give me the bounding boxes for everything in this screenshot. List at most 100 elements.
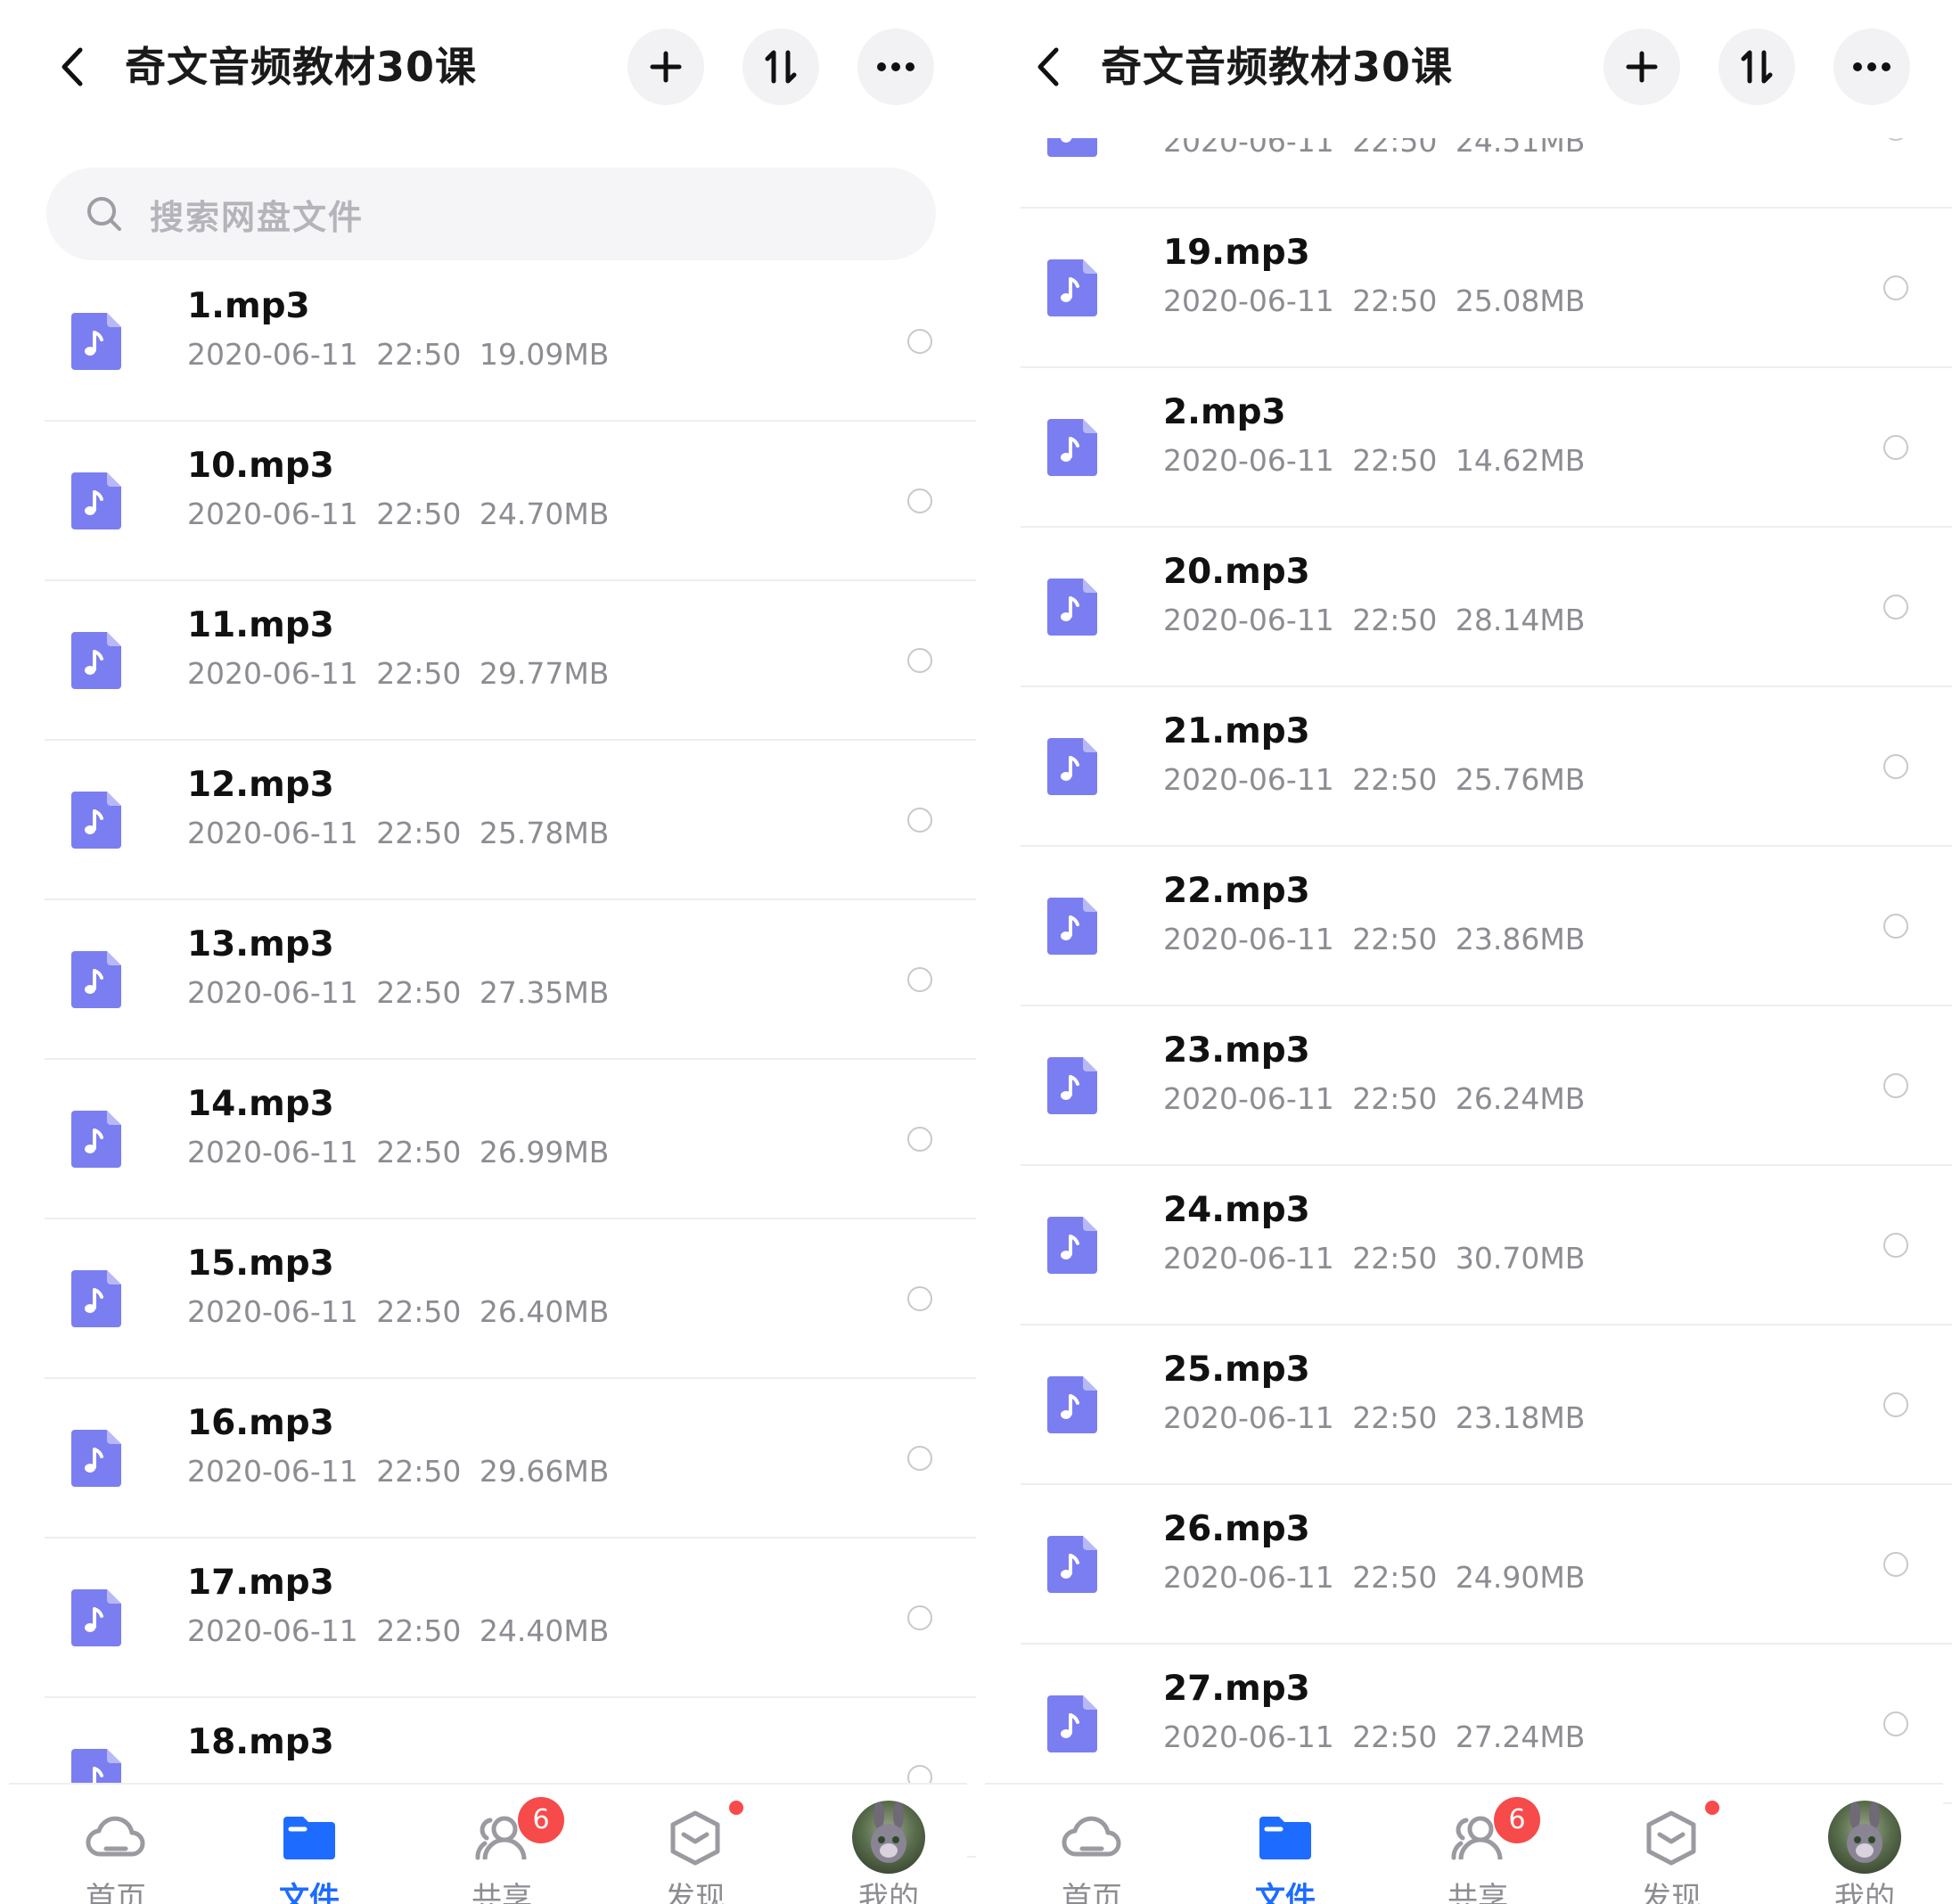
- chevron-left-icon: [62, 47, 83, 86]
- top-bar: 奇文音频教材30课: [976, 0, 1952, 138]
- file-row[interactable]: 17.mp3 2020-06-11 22:50 24.40MB: [45, 1539, 976, 1698]
- file-row[interactable]: 15.mp3 2020-06-11 22:50 26.40MB: [45, 1219, 976, 1379]
- sort-icon: [1741, 50, 1773, 84]
- file-row[interactable]: 21.mp3 2020-06-11 22:50 25.76MB: [1021, 687, 1952, 847]
- music-file-icon: [1047, 1536, 1097, 1593]
- sort-button[interactable]: [742, 29, 819, 105]
- tab-label: 发现: [665, 1881, 726, 1904]
- more-button[interactable]: [857, 29, 934, 105]
- tab-label: 我的: [1834, 1881, 1895, 1904]
- chevron-left-icon: [1038, 47, 1059, 86]
- add-button[interactable]: [1603, 29, 1680, 105]
- select-checkbox[interactable]: [1883, 914, 1908, 939]
- file-row[interactable]: 23.mp3 2020-06-11 22:50 26.24MB: [1021, 1006, 1952, 1166]
- music-file-icon: [71, 951, 121, 1008]
- more-button[interactable]: [1833, 29, 1910, 105]
- tab-3[interactable]: 发现: [1600, 1785, 1743, 1904]
- file-meta: 2020-06-11 22:50 30.70MB: [1163, 1241, 1586, 1276]
- select-checkbox[interactable]: [1883, 1392, 1908, 1417]
- music-file-icon: [1047, 898, 1097, 955]
- music-file-icon: [71, 1111, 121, 1168]
- tab-4[interactable]: 我的: [1793, 1785, 1936, 1904]
- file-name: 12.mp3: [187, 765, 334, 805]
- file-name: 11.mp3: [187, 605, 334, 645]
- file-row[interactable]: 27.mp3 2020-06-11 22:50 27.24MB: [1021, 1645, 1952, 1804]
- file-name: 18.mp3: [187, 1722, 334, 1762]
- tab-1[interactable]: 文件: [1214, 1785, 1357, 1904]
- more-icon: [877, 62, 914, 71]
- select-checkbox[interactable]: [1883, 1073, 1908, 1098]
- tab-0[interactable]: 首页: [45, 1785, 187, 1904]
- tab-label: 文件: [279, 1881, 340, 1904]
- notification-badge: 6: [518, 1797, 564, 1843]
- file-row[interactable]: 24.mp3 2020-06-11 22:50 30.70MB: [1021, 1166, 1952, 1325]
- file-row[interactable]: 19.mp3 2020-06-11 22:50 25.08MB: [1021, 209, 1952, 368]
- music-file-icon: [1047, 579, 1097, 636]
- select-checkbox[interactable]: [907, 808, 932, 833]
- file-name: 25.mp3: [1163, 1350, 1310, 1390]
- avatar: [852, 1801, 925, 1874]
- select-checkbox[interactable]: [1883, 1711, 1908, 1736]
- file-row[interactable]: 13.mp3 2020-06-11 22:50 27.35MB: [45, 900, 976, 1060]
- sort-button[interactable]: [1718, 29, 1795, 105]
- file-row[interactable]: 1.mp3 2020-06-11 22:50 19.09MB: [45, 262, 976, 422]
- select-checkbox[interactable]: [1883, 595, 1908, 620]
- file-row[interactable]: 22.mp3 2020-06-11 22:50 23.86MB: [1021, 847, 1952, 1006]
- bottom-tab-bar: 首页 文件 共享 6 发现 我的: [9, 1783, 967, 1904]
- select-checkbox[interactable]: [907, 1286, 932, 1311]
- folder-icon: [283, 1817, 335, 1859]
- file-meta: 2020-06-11 22:50 24.40MB: [187, 1613, 610, 1648]
- tab-2[interactable]: 共享 6: [1407, 1785, 1549, 1904]
- tab-3[interactable]: 发现: [624, 1785, 767, 1904]
- back-button[interactable]: [52, 45, 91, 89]
- file-meta: 2020-06-11 22:50 26.40MB: [187, 1294, 610, 1329]
- select-checkbox[interactable]: [1883, 275, 1908, 300]
- file-row[interactable]: 16.mp3 2020-06-11 22:50 29.66MB: [45, 1379, 976, 1539]
- file-row[interactable]: 10.mp3 2020-06-11 22:50 24.70MB: [45, 422, 976, 581]
- music-file-icon: [1047, 259, 1097, 316]
- tab-4[interactable]: 我的: [817, 1785, 960, 1904]
- select-checkbox[interactable]: [1883, 1552, 1908, 1577]
- select-checkbox[interactable]: [907, 488, 932, 513]
- tab-0[interactable]: 首页: [1021, 1785, 1163, 1904]
- sort-icon: [765, 50, 797, 84]
- select-checkbox[interactable]: [907, 967, 932, 992]
- file-row[interactable]: 2.mp3 2020-06-11 22:50 14.62MB: [1021, 368, 1952, 528]
- select-checkbox[interactable]: [907, 648, 932, 673]
- right-screen: 奇文音频教材30课 2020-06-11 22:50 24.51MB 19.mp3…: [976, 0, 1952, 1904]
- music-file-icon: [71, 1270, 121, 1327]
- search-input[interactable]: 搜索网盘文件: [46, 168, 936, 260]
- red-dot-indicator: [729, 1801, 743, 1815]
- select-checkbox[interactable]: [907, 329, 932, 354]
- file-row[interactable]: 20.mp3 2020-06-11 22:50 28.14MB: [1021, 528, 1952, 687]
- file-meta: 2020-06-11 22:50 23.18MB: [1163, 1400, 1586, 1435]
- music-file-icon: [71, 1430, 121, 1487]
- tab-label: 首页: [86, 1881, 146, 1904]
- file-row[interactable]: 14.mp3 2020-06-11 22:50 26.99MB: [45, 1060, 976, 1219]
- back-button[interactable]: [1028, 45, 1067, 89]
- select-checkbox[interactable]: [907, 1127, 932, 1152]
- file-row[interactable]: 25.mp3 2020-06-11 22:50 23.18MB: [1021, 1325, 1952, 1485]
- more-icon: [1853, 62, 1890, 71]
- file-row[interactable]: 12.mp3 2020-06-11 22:50 25.78MB: [45, 741, 976, 900]
- file-name: 14.mp3: [187, 1084, 334, 1124]
- select-checkbox[interactable]: [907, 1446, 932, 1471]
- plus-icon: [1626, 51, 1658, 83]
- avatar: [1828, 1801, 1901, 1874]
- tab-2[interactable]: 共享 6: [431, 1785, 573, 1904]
- select-checkbox[interactable]: [907, 1605, 932, 1630]
- file-row[interactable]: 26.mp3 2020-06-11 22:50 24.90MB: [1021, 1485, 1952, 1645]
- notification-badge: 6: [1494, 1797, 1540, 1843]
- file-row[interactable]: 11.mp3 2020-06-11 22:50 29.77MB: [45, 581, 976, 741]
- select-checkbox[interactable]: [1883, 435, 1908, 460]
- red-dot-indicator: [1705, 1801, 1719, 1815]
- cloud-icon: [1062, 1816, 1121, 1857]
- tab-label: 发现: [1641, 1881, 1702, 1904]
- file-name: 17.mp3: [187, 1563, 334, 1603]
- select-checkbox[interactable]: [1883, 754, 1908, 779]
- tab-label: 首页: [1062, 1881, 1122, 1904]
- add-button[interactable]: [627, 29, 704, 105]
- select-checkbox[interactable]: [1883, 1233, 1908, 1258]
- tab-1[interactable]: 文件: [238, 1785, 381, 1904]
- file-name: 15.mp3: [187, 1243, 334, 1284]
